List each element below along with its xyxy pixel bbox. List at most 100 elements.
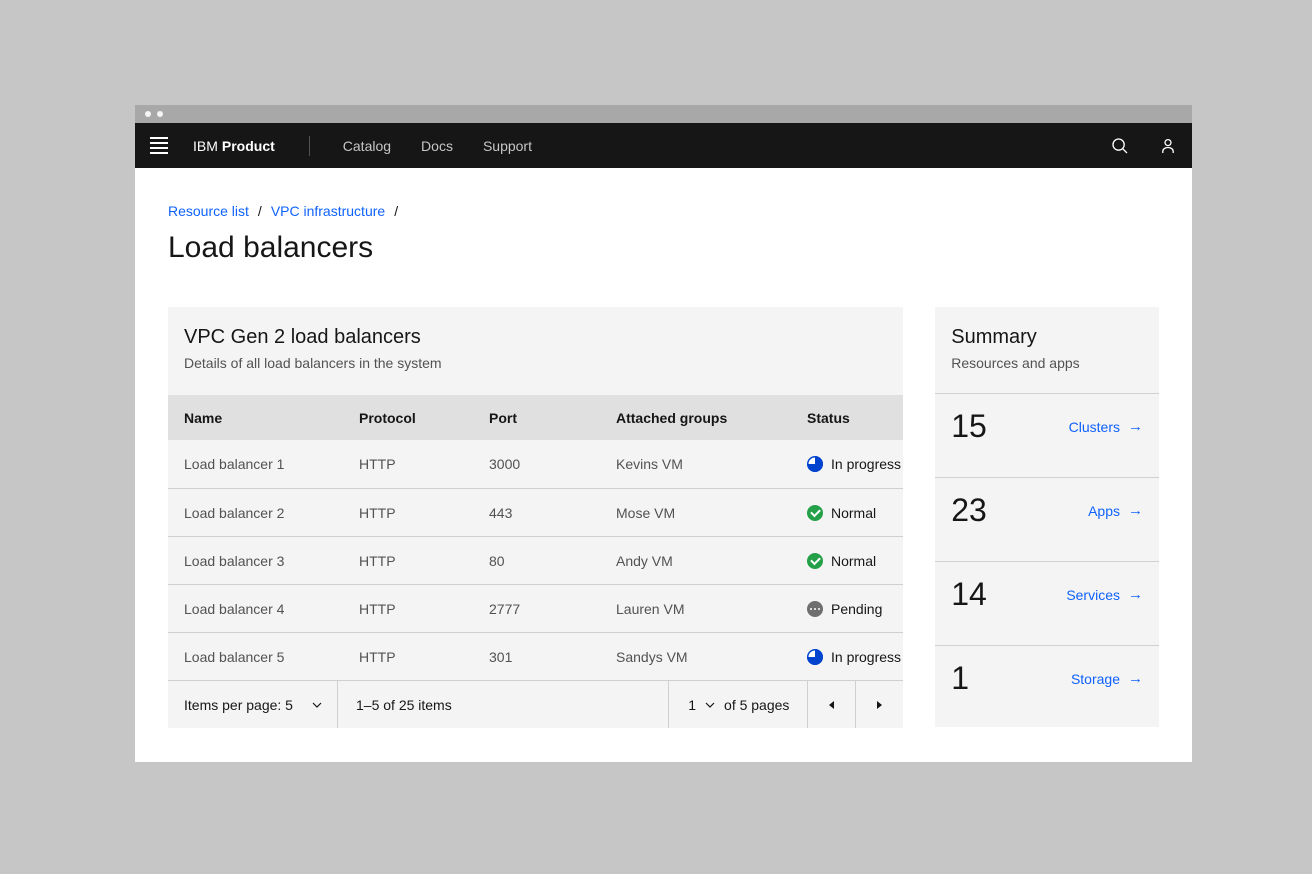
window-control-dot[interactable] xyxy=(145,111,151,117)
nav-item-docs[interactable]: Docs xyxy=(421,138,453,154)
header-nav: Catalog Docs Support xyxy=(343,138,532,154)
window-titlebar xyxy=(135,105,1192,123)
cell-attached-group: Mose VM xyxy=(616,505,807,521)
chevron-down-icon xyxy=(705,702,715,708)
cell-name: Load balancer 2 xyxy=(184,505,359,521)
pages-total-label: of 5 pages xyxy=(724,697,789,713)
cell-protocol: HTTP xyxy=(359,456,489,472)
column-header-port[interactable]: Port xyxy=(489,410,616,426)
cell-attached-group: Andy VM xyxy=(616,553,807,569)
clusters-link[interactable]: Clusters xyxy=(1069,418,1143,435)
cell-port: 301 xyxy=(489,649,616,665)
column-header-protocol[interactable]: Protocol xyxy=(359,410,489,426)
previous-page-button[interactable] xyxy=(807,681,855,728)
summary-card: Summary Resources and apps 15 Clusters 2… xyxy=(935,307,1159,727)
browser-window: IBMProduct Catalog Docs Support xyxy=(135,105,1192,762)
summary-link-label: Storage xyxy=(1071,671,1120,687)
window-control-dot[interactable] xyxy=(157,111,163,117)
cell-attached-group: Sandys VM xyxy=(616,649,807,665)
page-number-value: 1 xyxy=(688,697,696,713)
cell-protocol: HTTP xyxy=(359,601,489,617)
brand-prefix: IBM xyxy=(193,138,218,154)
brand-name: Product xyxy=(222,138,275,154)
column-header-name[interactable]: Name xyxy=(184,410,359,426)
pagination-bar: Items per page: 5 1–5 of 25 items 1 of 5… xyxy=(168,680,903,728)
cell-protocol: HTTP xyxy=(359,553,489,569)
apps-link[interactable]: Apps xyxy=(1088,502,1143,519)
chevron-down-icon xyxy=(312,702,322,708)
table-row: Load balancer 2 HTTP 443 Mose VM Normal xyxy=(168,488,903,536)
cell-status: Normal xyxy=(807,553,903,569)
table-card-subtitle: Details of all load balancers in the sys… xyxy=(184,355,887,371)
summary-item-clusters: 15 Clusters xyxy=(935,393,1159,477)
load-balancers-table-card: VPC Gen 2 load balancers Details of all … xyxy=(168,307,903,728)
status-in-progress-icon xyxy=(807,649,823,665)
summary-count: 15 xyxy=(951,406,987,446)
cell-attached-group: Lauren VM xyxy=(616,601,807,617)
table-header-row: Name Protocol Port Attached groups Statu… xyxy=(168,395,903,440)
cell-status: Normal xyxy=(807,505,903,521)
summary-link-label: Apps xyxy=(1088,503,1120,519)
status-label: Normal xyxy=(831,553,876,569)
page-title: Load balancers xyxy=(168,233,1159,263)
main-area: VPC Gen 2 load balancers Details of all … xyxy=(168,307,1159,728)
summary-count: 14 xyxy=(951,574,987,614)
column-header-attached-groups[interactable]: Attached groups xyxy=(616,410,807,426)
header-actions xyxy=(1096,123,1192,168)
summary-card-header: Summary Resources and apps xyxy=(935,307,1159,393)
cell-port: 2777 xyxy=(489,601,616,617)
page-content: Resource list / VPC infrastructure / Loa… xyxy=(135,168,1192,762)
table-row: Load balancer 5 HTTP 301 Sandys VM In pr… xyxy=(168,632,903,680)
cell-port: 3000 xyxy=(489,456,616,472)
column-header-status[interactable]: Status xyxy=(807,410,903,426)
summary-count: 23 xyxy=(951,490,987,530)
status-label: Normal xyxy=(831,505,876,521)
status-normal-icon xyxy=(807,553,823,569)
page-number-select[interactable]: 1 of 5 pages xyxy=(668,681,807,728)
summary-item-services: 14 Services xyxy=(935,561,1159,645)
table-card-header: VPC Gen 2 load balancers Details of all … xyxy=(168,307,903,395)
arrow-right-icon xyxy=(1128,502,1143,519)
arrow-right-icon xyxy=(1128,670,1143,687)
summary-item-storage: 1 Storage xyxy=(935,645,1159,727)
caret-right-icon xyxy=(877,701,882,709)
breadcrumb-link-vpc-infrastructure[interactable]: VPC infrastructure xyxy=(271,203,385,219)
table-row: Load balancer 4 HTTP 2777 Lauren VM Pend… xyxy=(168,584,903,632)
caret-left-icon xyxy=(829,701,834,709)
breadcrumb-separator: / xyxy=(258,203,262,219)
next-page-button[interactable] xyxy=(855,681,903,728)
breadcrumb-link-resource-list[interactable]: Resource list xyxy=(168,203,249,219)
arrow-right-icon xyxy=(1128,418,1143,435)
summary-subtitle: Resources and apps xyxy=(951,355,1143,371)
cell-name: Load balancer 4 xyxy=(184,601,359,617)
summary-title: Summary xyxy=(951,326,1143,349)
table-card-title: VPC Gen 2 load balancers xyxy=(184,326,887,349)
nav-item-catalog[interactable]: Catalog xyxy=(343,138,391,154)
menu-button[interactable] xyxy=(135,123,183,168)
status-pending-icon xyxy=(807,601,823,617)
nav-item-support[interactable]: Support xyxy=(483,138,532,154)
items-per-page-text: Items per page: 5 xyxy=(184,697,293,713)
hamburger-icon xyxy=(150,137,168,154)
summary-item-apps: 23 Apps xyxy=(935,477,1159,561)
status-label: Pending xyxy=(831,601,882,617)
status-label: In progress xyxy=(831,649,901,665)
search-icon xyxy=(1110,136,1130,156)
search-button[interactable] xyxy=(1096,123,1144,168)
items-per-page-select[interactable]: Items per page: 5 xyxy=(168,681,338,728)
table-row: Load balancer 1 HTTP 3000 Kevins VM In p… xyxy=(168,440,903,488)
breadcrumb: Resource list / VPC infrastructure / xyxy=(168,203,1159,219)
cell-port: 443 xyxy=(489,505,616,521)
status-label: In progress xyxy=(831,456,901,472)
app-header: IBMProduct Catalog Docs Support xyxy=(135,123,1192,168)
pagination-range-label: 1–5 of 25 items xyxy=(338,697,668,713)
account-button[interactable] xyxy=(1144,123,1192,168)
header-divider xyxy=(309,136,310,156)
brand[interactable]: IBMProduct xyxy=(193,138,275,154)
cell-name: Load balancer 5 xyxy=(184,649,359,665)
storage-link[interactable]: Storage xyxy=(1071,670,1143,687)
cell-name: Load balancer 3 xyxy=(184,553,359,569)
services-link[interactable]: Services xyxy=(1066,586,1143,603)
cell-protocol: HTTP xyxy=(359,649,489,665)
cell-port: 80 xyxy=(489,553,616,569)
